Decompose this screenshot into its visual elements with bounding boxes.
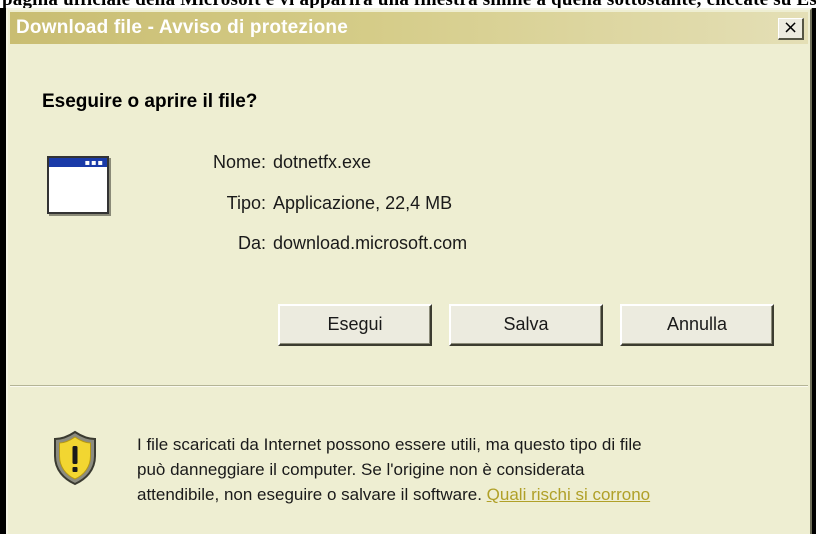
file-type-value: Applicazione, 22,4 MB xyxy=(273,193,453,213)
title-bar[interactable]: Download file - Avviso di protezione × xyxy=(10,12,808,44)
security-warning-text: I file scaricati da Internet possono ess… xyxy=(137,432,787,507)
dialog-title: Download file - Avviso di protezione xyxy=(16,17,348,38)
save-button[interactable]: Salva xyxy=(449,304,603,346)
warning-line-2: può danneggiare il computer. Se l'origin… xyxy=(137,460,585,479)
file-name-label: Nome: xyxy=(212,152,266,172)
close-icon: × xyxy=(782,17,799,38)
file-source-value: download.microsoft.com xyxy=(273,233,468,253)
section-divider xyxy=(10,385,808,387)
warning-line-1: I file scaricati da Internet possono ess… xyxy=(137,435,642,454)
close-button[interactable]: × xyxy=(778,18,804,40)
file-source-label: Da: xyxy=(237,233,266,253)
warning-line-3-text: attendibile, non eseguire o salvare il s… xyxy=(137,485,482,504)
cancel-button[interactable]: Annulla xyxy=(620,304,774,346)
warning-line-3: attendibile, non eseguire o salvare il s… xyxy=(137,482,787,507)
file-name-value: dotnetfx.exe xyxy=(273,152,372,172)
right-border xyxy=(812,8,816,534)
application-window-icon: ▪▪▪ xyxy=(47,156,109,214)
risks-link[interactable]: Quali rischi si corrono xyxy=(487,485,650,504)
dialog-question: Eseguire o aprire il file? xyxy=(42,91,258,112)
icon-title-bar: ▪▪▪ xyxy=(49,158,107,167)
run-button[interactable]: Esegui xyxy=(278,304,432,346)
file-type-label: Tipo: xyxy=(226,193,266,213)
download-dialog: Download file - Avviso di protezione × E… xyxy=(6,8,812,534)
security-shield-warning-icon xyxy=(54,430,96,486)
